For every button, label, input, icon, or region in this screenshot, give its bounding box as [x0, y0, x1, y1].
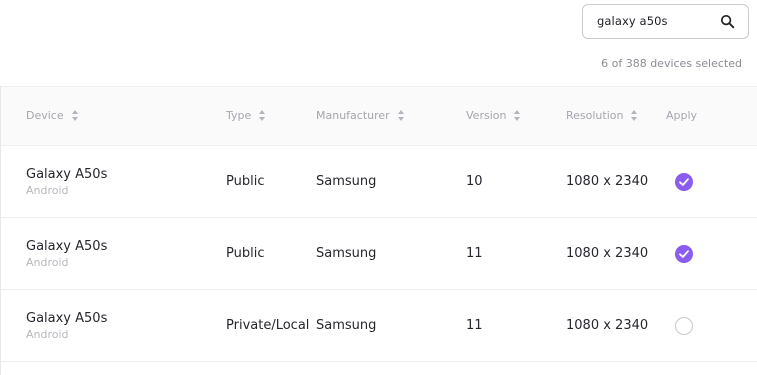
sort-icon[interactable]: [397, 109, 405, 122]
column-header-label: Manufacturer: [316, 109, 390, 122]
sort-icon[interactable]: [631, 109, 638, 122]
apply-checkbox[interactable]: [675, 317, 693, 335]
device-name: Galaxy A50s: [26, 167, 108, 182]
table-row[interactable]: Galaxy A50s Android Private/Local Samsun…: [1, 290, 757, 362]
column-header-label: Resolution: [566, 109, 624, 122]
column-header-manufacturer[interactable]: Manufacturer: [316, 109, 405, 122]
table-row[interactable]: Galaxy A50s Android Public Samsung 10 10…: [1, 146, 757, 218]
device-version: 11: [466, 246, 483, 261]
checkmark-icon: [679, 250, 689, 258]
device-resolution: 1080 x 2340: [566, 174, 649, 189]
device-manufacturer: Samsung: [316, 318, 377, 333]
device-version: 11: [466, 318, 483, 333]
device-os: Android: [26, 184, 69, 197]
table-header: Device Type Manufacturer Version Resolut…: [1, 86, 757, 146]
column-header-label: Apply: [666, 109, 698, 122]
device-name: Galaxy A50s: [26, 239, 108, 254]
device-type: Private/Local: [226, 318, 310, 333]
device-manufacturer: Samsung: [316, 246, 377, 261]
device-resolution: 1080 x 2340: [566, 246, 649, 261]
column-header-label: Device: [26, 109, 64, 122]
sort-icon[interactable]: [259, 109, 266, 122]
search-value: galaxy a50s: [597, 14, 668, 28]
apply-checkbox[interactable]: [675, 173, 693, 191]
sort-icon[interactable]: [514, 109, 521, 122]
column-header-type[interactable]: Type: [226, 109, 266, 122]
column-header-version[interactable]: Version: [466, 109, 521, 122]
device-os: Android: [26, 328, 69, 341]
selected-count: 6 of 388 devices selected: [601, 57, 742, 70]
column-header-apply: Apply: [666, 109, 697, 122]
column-header-label: Type: [226, 109, 252, 122]
column-header-label: Version: [466, 109, 507, 122]
search-icon[interactable]: [720, 14, 735, 29]
device-os: Android: [26, 256, 69, 269]
device-name: Galaxy A50s: [26, 311, 108, 326]
device-resolution: 1080 x 2340: [566, 318, 649, 333]
devices-table: Device Type Manufacturer Version Resolut…: [0, 86, 757, 375]
device-type: Public: [226, 246, 265, 261]
device-manufacturer: Samsung: [316, 174, 377, 189]
device-version: 10: [466, 174, 483, 189]
column-header-resolution[interactable]: Resolution: [566, 109, 638, 122]
device-type: Public: [226, 174, 265, 189]
checkmark-icon: [679, 178, 689, 186]
sort-icon[interactable]: [71, 109, 79, 122]
apply-checkbox[interactable]: [675, 245, 693, 263]
table-row[interactable]: Galaxy A50s Android Public Samsung 11 10…: [1, 218, 757, 290]
column-header-device[interactable]: Device: [26, 109, 79, 122]
search-input[interactable]: galaxy a50s: [582, 4, 749, 39]
